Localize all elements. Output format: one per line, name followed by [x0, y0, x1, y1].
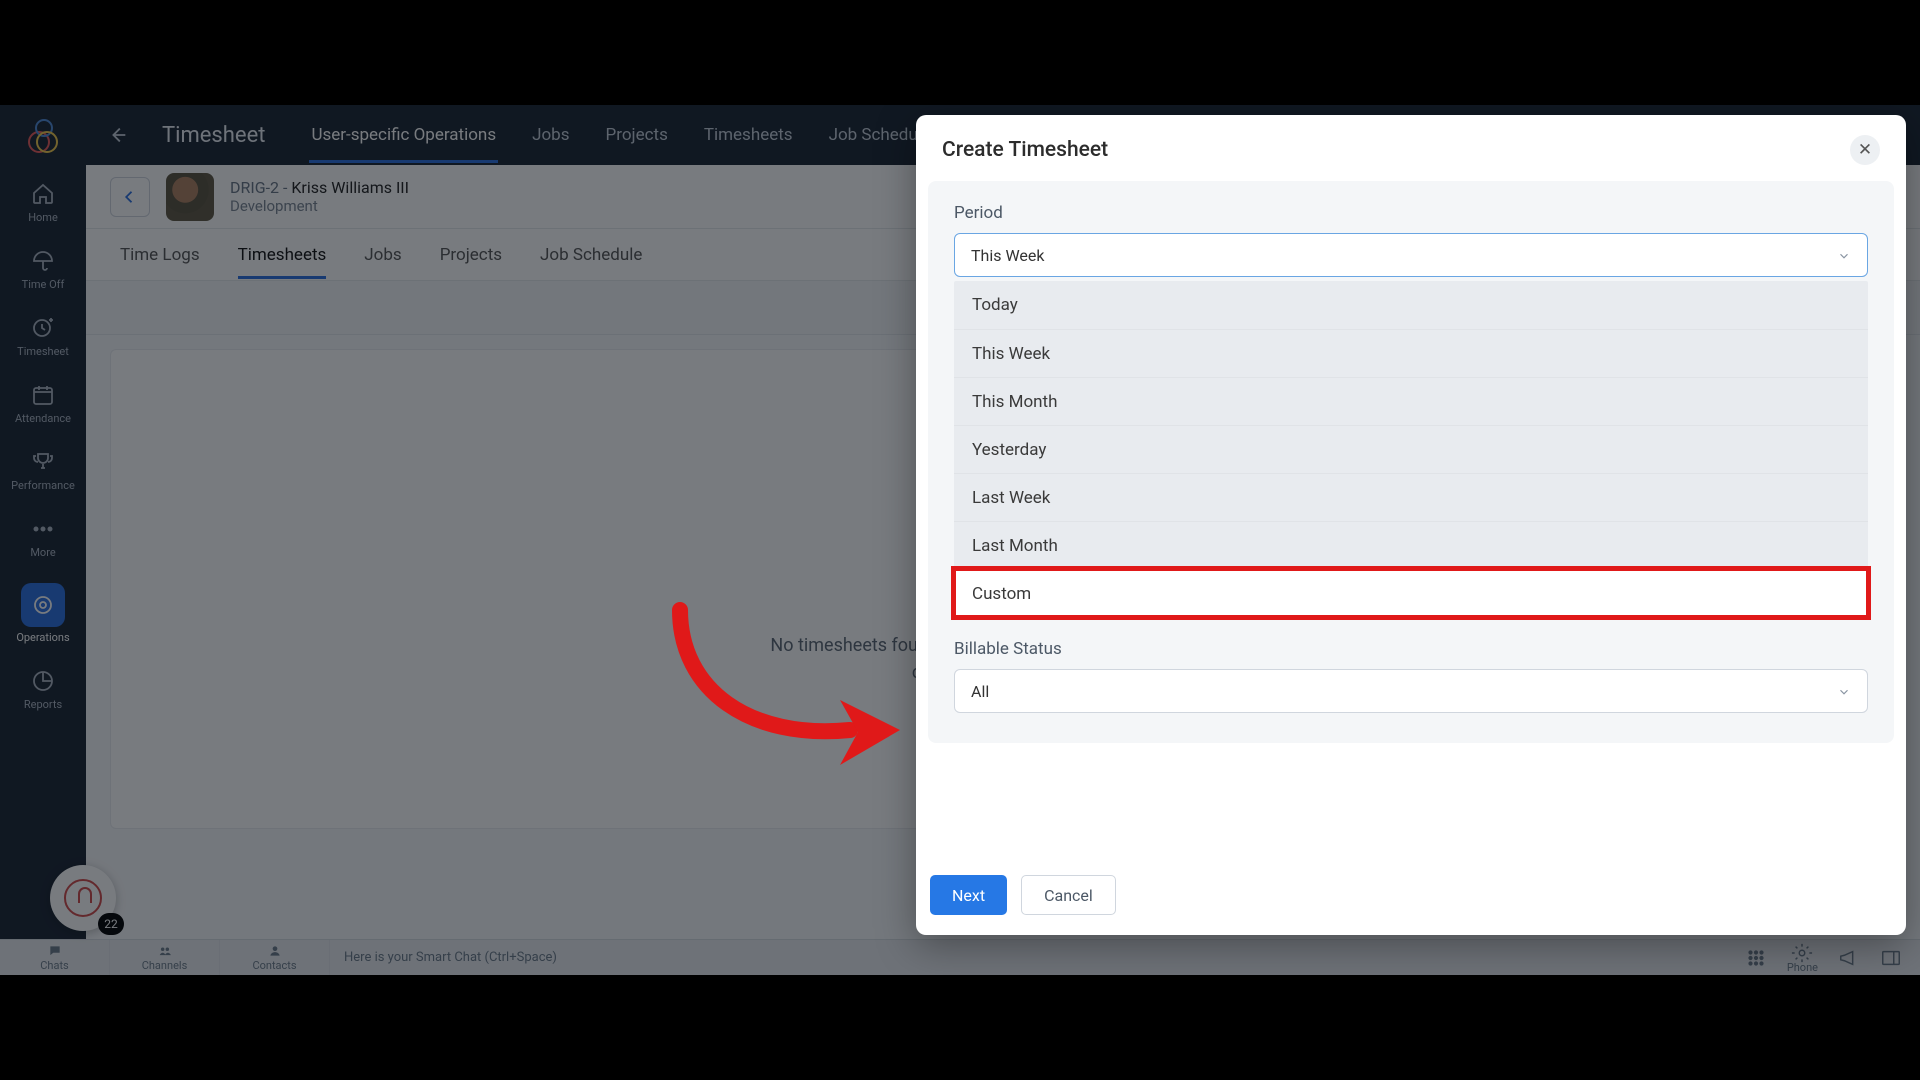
home-icon [30, 181, 56, 207]
modal-title: Create Timesheet [942, 138, 1108, 162]
tab-jobs[interactable]: Jobs [530, 107, 571, 163]
rail-more-label: More [30, 546, 55, 559]
pie-chart-icon [30, 668, 56, 694]
itab-timesheets[interactable]: Timesheets [238, 231, 327, 279]
chevron-down-icon [1837, 684, 1851, 698]
avatar [166, 173, 214, 221]
itab-jobs[interactable]: Jobs [364, 231, 401, 279]
rail-home[interactable]: Home [0, 173, 86, 230]
chevron-down-icon [1837, 248, 1851, 262]
user-info: DRIG-2 - Kriss Williams III Development [230, 178, 409, 215]
rail-home-label: Home [28, 211, 58, 224]
phone-button[interactable]: Phone [1787, 942, 1818, 974]
product-logo [26, 119, 60, 153]
rail-timesheet[interactable]: Timesheet [0, 307, 86, 364]
rail-operations-label: Operations [16, 631, 69, 644]
cancel-button[interactable]: Cancel [1021, 875, 1116, 915]
rail-reports[interactable]: Reports [0, 660, 86, 717]
chatbar-channels-label: Channels [142, 959, 188, 972]
billable-select[interactable]: All [954, 669, 1868, 713]
next-button[interactable]: Next [930, 875, 1007, 915]
chatbar-contacts-label: Contacts [252, 959, 296, 972]
help-bubble[interactable]: 22 [50, 865, 116, 931]
period-select[interactable]: This Week [954, 233, 1868, 277]
megaphone-icon[interactable] [1838, 947, 1860, 969]
period-label: Period [954, 203, 1868, 223]
rail-more[interactable]: More [0, 508, 86, 565]
opt-last-month[interactable]: Last Month [954, 521, 1868, 569]
chatbar-right: Phone [1727, 942, 1920, 974]
chatbar-contacts[interactable]: Contacts [220, 940, 330, 975]
opt-custom[interactable]: Custom [954, 569, 1868, 617]
user-name: Kriss Williams III [291, 178, 409, 197]
chat-bar: Chats Channels Contacts Here is your Sma… [0, 939, 1920, 975]
period-value: This Week [971, 246, 1045, 265]
back-arrow-icon[interactable] [106, 123, 130, 147]
app-window: Home Time Off Timesheet Attendance [0, 105, 1920, 975]
rail-operations[interactable]: Operations [0, 575, 86, 650]
rail-timesheet-label: Timesheet [17, 345, 69, 358]
user-id: DRIG-2 - [230, 178, 291, 197]
chatbar-channels[interactable]: Channels [110, 940, 220, 975]
tab-user-ops[interactable]: User-specific Operations [309, 107, 498, 163]
billable-label: Billable Status [954, 639, 1868, 659]
rail-timeoff-label: Time Off [22, 278, 65, 291]
itab-job-schedule[interactable]: Job Schedule [540, 231, 642, 279]
rail-performance[interactable]: Performance [0, 441, 86, 498]
opt-this-week[interactable]: This Week [954, 329, 1868, 377]
tab-projects[interactable]: Projects [604, 107, 670, 163]
headset-icon [64, 879, 102, 917]
tab-timesheets[interactable]: Timesheets [702, 107, 795, 163]
itab-time-logs[interactable]: Time Logs [120, 231, 200, 279]
rail-attendance[interactable]: Attendance [0, 374, 86, 431]
opt-yesterday[interactable]: Yesterday [954, 425, 1868, 473]
left-rail: Home Time Off Timesheet Attendance [0, 105, 86, 975]
rail-attendance-label: Attendance [15, 412, 71, 425]
ellipsis-icon [30, 516, 56, 542]
back-button[interactable] [110, 177, 150, 217]
calendar-icon [30, 382, 56, 408]
rail-performance-label: Performance [11, 479, 75, 492]
umbrella-icon [30, 248, 56, 274]
period-dropdown: Today This Week This Month Yesterday Las… [954, 281, 1868, 617]
target-icon [30, 592, 56, 618]
chatbar-chats-label: Chats [40, 959, 68, 972]
modal-header: Create Timesheet ✕ [916, 115, 1906, 181]
panel-icon[interactable] [1880, 947, 1902, 969]
help-badge: 22 [98, 913, 124, 935]
opt-this-month[interactable]: This Month [954, 377, 1868, 425]
module-title: Timesheet [162, 123, 265, 148]
modal-footer: Next Cancel [916, 857, 1906, 935]
clock-plus-icon [30, 315, 56, 341]
billable-value: All [971, 682, 989, 701]
rail-reports-label: Reports [24, 698, 62, 711]
user-dept: Development [230, 197, 409, 215]
opt-today[interactable]: Today [954, 281, 1868, 329]
rail-timeoff[interactable]: Time Off [0, 240, 86, 297]
trophy-icon [30, 449, 56, 475]
opt-last-week[interactable]: Last Week [954, 473, 1868, 521]
modal-body: Period This Week Today This Week This Mo… [928, 181, 1894, 743]
phone-label: Phone [1787, 961, 1818, 974]
close-icon[interactable]: ✕ [1850, 135, 1880, 165]
itab-projects[interactable]: Projects [440, 231, 502, 279]
chatbar-chats[interactable]: Chats [0, 940, 110, 975]
create-timesheet-modal: Create Timesheet ✕ Period This Week Toda… [916, 115, 1906, 935]
smart-chat-hint[interactable]: Here is your Smart Chat (Ctrl+Space) [330, 950, 1727, 965]
dialpad-icon[interactable] [1745, 947, 1767, 969]
